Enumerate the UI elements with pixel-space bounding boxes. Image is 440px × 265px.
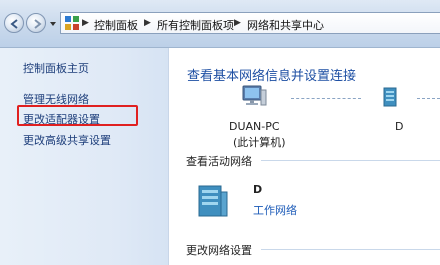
- back-arrow-icon: [10, 19, 18, 29]
- breadcrumb-separator-icon[interactable]: ▶: [144, 18, 151, 28]
- network-name: D: [395, 120, 404, 133]
- breadcrumb-control-panel[interactable]: 控制面板: [94, 17, 138, 33]
- breadcrumb-separator-icon: ▶: [82, 18, 89, 28]
- breadcrumb-separator-icon[interactable]: ▶: [234, 18, 241, 28]
- computer-name: DUAN-PC: [229, 120, 280, 133]
- network-icon[interactable]: [383, 86, 397, 108]
- connection-line: [417, 98, 440, 99]
- active-network-name: D: [253, 183, 263, 196]
- breadcrumb-network-center[interactable]: 网络和共享中心: [247, 17, 324, 33]
- breadcrumb-all-items[interactable]: 所有控制面板项: [157, 17, 234, 33]
- active-networks-label: 查看活动网络: [186, 155, 252, 168]
- connection-line: [291, 98, 361, 99]
- active-network-icon[interactable]: [195, 180, 229, 218]
- forward-button[interactable]: [26, 13, 46, 33]
- address-bar[interactable]: ▶ 控制面板 ▶ 所有控制面板项 ▶ 网络和共享中心: [60, 12, 440, 34]
- address-toolbar: ▶ 控制面板 ▶ 所有控制面板项 ▶ 网络和共享中心: [0, 0, 440, 48]
- back-button[interactable]: [4, 13, 24, 33]
- sidebar-link-control-panel-home[interactable]: 控制面板主页: [23, 60, 89, 76]
- control-panel-icon: [65, 16, 79, 30]
- section-divider: [261, 160, 440, 161]
- computer-icon[interactable]: [241, 84, 267, 108]
- main-content: 查看基本网络信息并设置连接 DUAN-PC (此计算机) D 查看活动网络 D …: [169, 48, 440, 265]
- section-divider: [261, 249, 440, 250]
- forward-arrow-icon: [34, 19, 42, 29]
- computer-subtitle: (此计算机): [233, 136, 286, 149]
- task-sidebar: 控制面板主页 管理无线网络 更改适配器设置 更改高级共享设置: [0, 48, 169, 265]
- network-type-link[interactable]: 工作网络: [253, 202, 297, 218]
- highlight-annotation: [17, 105, 138, 126]
- page-title: 查看基本网络信息并设置连接: [187, 69, 357, 84]
- history-dropdown-icon[interactable]: [49, 20, 57, 28]
- change-settings-label: 更改网络设置: [186, 244, 252, 257]
- sidebar-link-advanced-sharing[interactable]: 更改高级共享设置: [23, 132, 111, 148]
